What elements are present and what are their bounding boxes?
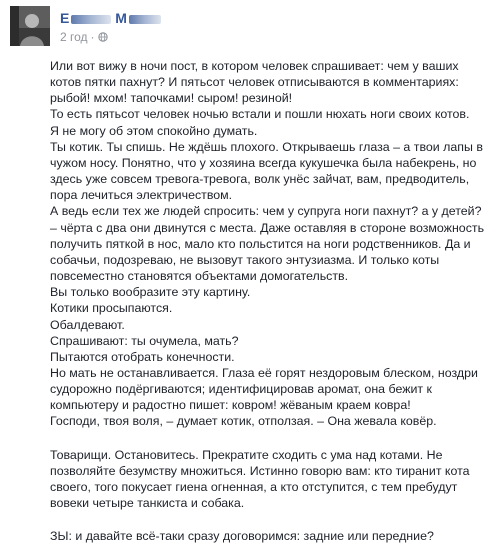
paragraph: Пытаются отобрать конечности.: [50, 349, 235, 364]
avatar[interactable]: [10, 6, 50, 46]
author-name[interactable]: Е М: [60, 10, 161, 26]
paragraph: Ты котик. Ты спишь. Не ждёшь плохого. От…: [50, 139, 483, 203]
meta-separator: ·: [90, 30, 95, 44]
paragraph: Или вот вижу в ночи пост, в котором чело…: [50, 59, 459, 106]
paragraph: Но мать не останавливается. Глаза её гор…: [50, 365, 478, 413]
paragraph: Обалдевают.: [50, 317, 125, 332]
paragraph: ЗЫ: и давайте всё-таки сразу договоримся…: [50, 529, 434, 544]
post-meta: 2 год ·: [60, 30, 108, 44]
avatar-photo-icon: [10, 6, 50, 46]
paragraph: Я не могу об этом спокойно думать.: [50, 123, 258, 138]
paragraph: Вы только вообразите эту картину.: [50, 285, 251, 300]
paragraph: Товарищи. Остановитесь. Прекратите сходи…: [50, 447, 470, 511]
globe-icon[interactable]: [97, 32, 108, 42]
paragraph: А ведь если тех же людей спросить: чем у…: [50, 204, 485, 284]
author-last[interactable]: М: [115, 10, 127, 26]
paragraph: То есть пятьсот человек ночью встали и п…: [50, 107, 470, 122]
author-blurred: [71, 14, 112, 24]
paragraph: Котики просыпаются.: [50, 301, 173, 316]
post-time[interactable]: 2 год: [60, 30, 88, 44]
post-header: Е М 2 год ·: [10, 6, 490, 46]
post-body: Или вот вижу в ночи пост, в котором чело…: [50, 58, 490, 544]
author-first[interactable]: Е: [60, 10, 69, 26]
author-blurred-2: [128, 14, 161, 24]
paragraph: Спрашивают: ты очумела, мать?: [50, 333, 239, 348]
facebook-post: Е М 2 год · Или вот вижу в ночи пост, в к…: [0, 0, 497, 547]
paragraph: Господи, твоя воля, – думает котик, отпо…: [50, 414, 437, 429]
